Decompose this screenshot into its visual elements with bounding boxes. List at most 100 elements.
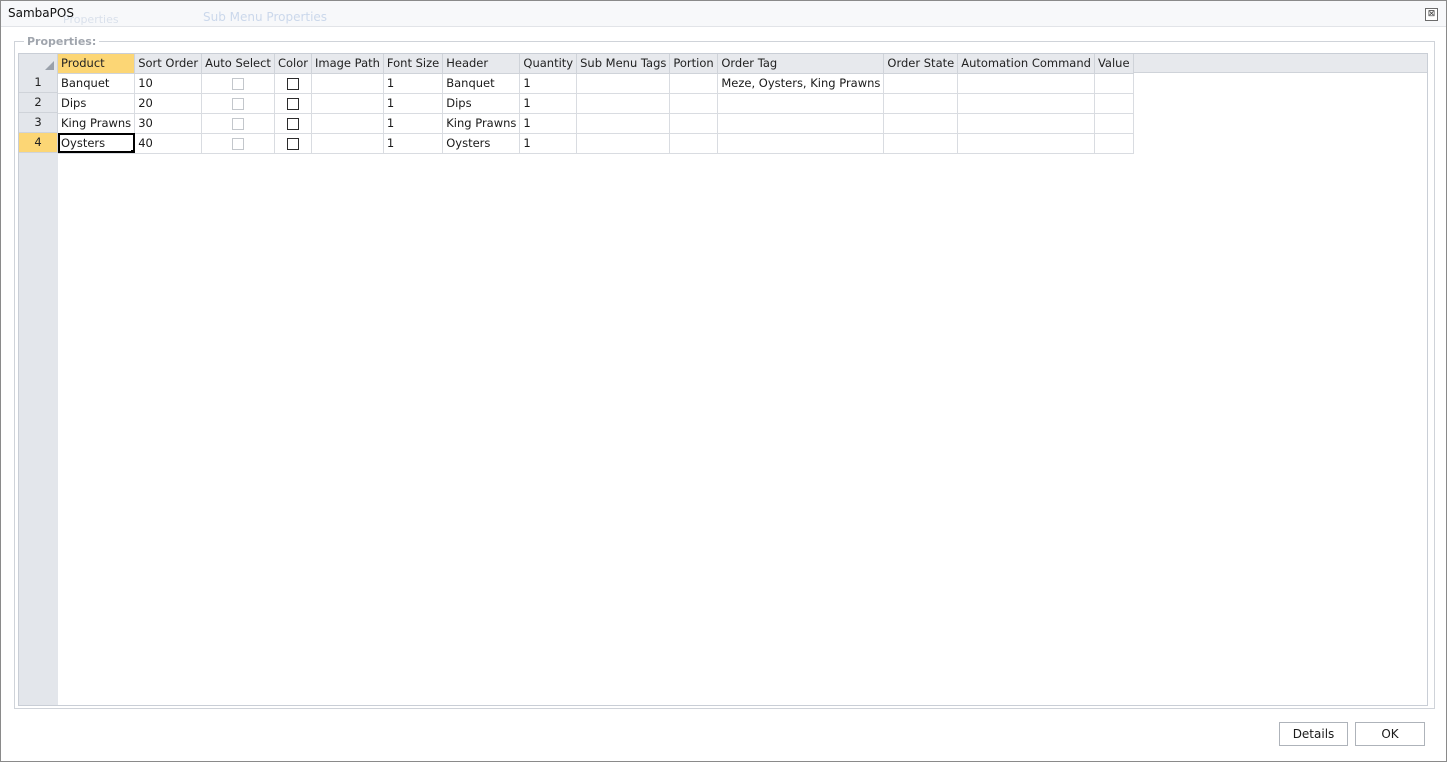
cell-sub-menu-tags[interactable] (576, 133, 671, 154)
cell-order-state[interactable] (883, 113, 959, 134)
cell-sub-menu-tags[interactable] (576, 93, 671, 114)
column-header-auto-select[interactable]: Auto Select (201, 54, 275, 74)
cell-sort-order[interactable]: 40 (134, 133, 203, 154)
column-header-automation-command[interactable]: Automation Command (957, 54, 1095, 74)
properties-label: Properties: (24, 35, 100, 48)
column-header-order-tag[interactable]: Order Tag (717, 54, 885, 74)
color-checkbox[interactable] (286, 77, 299, 90)
cell-product[interactable]: Banquet (58, 73, 136, 94)
cell-value[interactable] (1094, 73, 1134, 94)
cell-automation-command[interactable] (957, 113, 1095, 134)
column-header-sort-order[interactable]: Sort Order (134, 54, 203, 74)
auto-select-checkbox[interactable] (232, 77, 245, 90)
cell-auto-select[interactable] (201, 133, 275, 154)
column-header-color[interactable]: Color (274, 54, 312, 74)
cell-product[interactable]: Dips (58, 93, 136, 114)
table-row: King Prawns 30 1 King Prawns 1 (58, 113, 1134, 134)
column-header-row: Product Sort Order Auto Select Color Image P… (58, 54, 1134, 74)
column-header-portion[interactable]: Portion (669, 54, 719, 74)
row-number[interactable]: 2 (19, 93, 58, 113)
cell-image-path[interactable] (311, 73, 384, 94)
cell-portion[interactable] (669, 73, 719, 94)
table-row: Oysters 40 1 Oysters 1 (58, 133, 1134, 154)
cell-value[interactable] (1094, 133, 1134, 154)
cell-image-path[interactable] (311, 93, 384, 114)
color-checkbox[interactable] (286, 117, 299, 130)
cell-header[interactable]: Banquet (442, 73, 521, 94)
cell-product[interactable]: Oysters (58, 133, 136, 154)
row-number[interactable]: 4 (19, 133, 58, 153)
auto-select-checkbox[interactable] (232, 97, 245, 110)
column-header-header[interactable]: Header (442, 54, 521, 74)
cell-header[interactable]: Oysters (442, 133, 521, 154)
cell-sort-order[interactable]: 30 (134, 113, 203, 134)
column-header-value[interactable]: Value (1094, 54, 1134, 74)
cell-order-tag[interactable]: Meze, Oysters, King Prawns (717, 73, 885, 94)
color-checkbox[interactable] (286, 97, 299, 110)
cell-product[interactable]: King Prawns (58, 113, 136, 134)
cell-header[interactable]: Dips (442, 93, 521, 114)
column-header-image-path[interactable]: Image Path (311, 54, 384, 74)
title-bar[interactable]: Properties Sub Menu Properties SambaPOS … (1, 1, 1446, 27)
cell-portion[interactable] (669, 133, 719, 154)
cell-portion[interactable] (669, 93, 719, 114)
cell-sub-menu-tags[interactable] (576, 73, 671, 94)
cell-quantity[interactable]: 1 (519, 133, 578, 154)
select-all-corner[interactable] (19, 54, 58, 73)
cell-order-tag[interactable] (717, 93, 885, 114)
properties-groupbox: Properties: 1234 Product Sort Order Auto… (14, 35, 1435, 709)
cell-value[interactable] (1094, 113, 1134, 134)
cell-sort-order[interactable]: 20 (134, 93, 203, 114)
details-button[interactable]: Details (1279, 722, 1348, 746)
cell-automation-command[interactable] (957, 93, 1095, 114)
column-header-sub-menu-tags[interactable]: Sub Menu Tags (576, 54, 671, 74)
table-row: Banquet 10 1 Banquet 1 Meze, Oysters, King Pr… (58, 73, 1134, 94)
cell-order-state[interactable] (883, 93, 959, 114)
column-header-font-size[interactable]: Font Size (383, 54, 444, 74)
cell-font-size[interactable]: 1 (383, 93, 444, 114)
properties-table: Product Sort Order Auto Select Color Image P… (58, 54, 1134, 154)
color-checkbox[interactable] (286, 137, 299, 150)
cell-color[interactable] (274, 93, 312, 114)
cell-value[interactable] (1094, 93, 1134, 114)
column-header-product[interactable]: Product (58, 54, 136, 74)
cell-auto-select[interactable] (201, 93, 275, 114)
close-button[interactable]: ⊠ (1425, 8, 1438, 21)
cell-quantity[interactable]: 1 (519, 73, 578, 94)
close-icon: ⊠ (1427, 9, 1436, 19)
cell-font-size[interactable]: 1 (383, 113, 444, 134)
cell-automation-command[interactable] (957, 73, 1095, 94)
column-header-order-state[interactable]: Order State (883, 54, 959, 74)
cell-order-tag[interactable] (717, 133, 885, 154)
cell-color[interactable] (274, 133, 312, 154)
cell-color[interactable] (274, 73, 312, 94)
cell-quantity[interactable]: 1 (519, 113, 578, 134)
cell-font-size[interactable]: 1 (383, 73, 444, 94)
cell-order-state[interactable] (883, 133, 959, 154)
cell-order-state[interactable] (883, 73, 959, 94)
ok-button[interactable]: OK (1355, 722, 1425, 746)
row-numbers: 1234 (19, 73, 58, 153)
cell-header[interactable]: King Prawns (442, 113, 521, 134)
auto-select-checkbox[interactable] (232, 117, 245, 130)
cell-image-path[interactable] (311, 133, 384, 154)
cell-image-path[interactable] (311, 113, 384, 134)
cell-auto-select[interactable] (201, 113, 275, 134)
window-title: SambaPOS (8, 6, 74, 20)
cell-automation-command[interactable] (957, 133, 1095, 154)
properties-grid[interactable]: 1234 Product Sort Order Auto Select Colo… (18, 53, 1428, 706)
row-number[interactable]: 3 (19, 113, 58, 133)
row-number[interactable]: 1 (19, 73, 58, 93)
sambapos-window: Properties Sub Menu Properties SambaPOS … (0, 0, 1447, 762)
cell-quantity[interactable]: 1 (519, 93, 578, 114)
column-header-quantity[interactable]: Quantity (519, 54, 578, 74)
background-window-title: Sub Menu Properties (203, 10, 328, 24)
auto-select-checkbox[interactable] (232, 137, 245, 150)
cell-sub-menu-tags[interactable] (576, 113, 671, 134)
cell-auto-select[interactable] (201, 73, 275, 94)
cell-portion[interactable] (669, 113, 719, 134)
cell-font-size[interactable]: 1 (383, 133, 444, 154)
cell-order-tag[interactable] (717, 113, 885, 134)
cell-color[interactable] (274, 113, 312, 134)
cell-sort-order[interactable]: 10 (134, 73, 203, 94)
